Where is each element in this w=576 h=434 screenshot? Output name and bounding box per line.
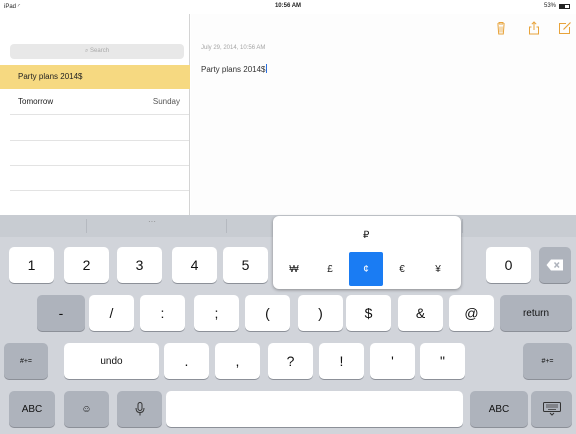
divider	[10, 140, 189, 141]
key-at[interactable]: @	[449, 295, 494, 331]
battery-text: 53%	[543, 3, 556, 9]
space-bar[interactable]	[166, 391, 463, 427]
emoji-key[interactable]: ☺	[64, 391, 109, 427]
note-text: Party plans 2014$	[201, 65, 266, 74]
share-icon[interactable]	[527, 21, 541, 35]
key-colon[interactable]: :	[140, 295, 185, 331]
key-4[interactable]: 4	[172, 247, 217, 283]
key-comma[interactable]: ,	[215, 343, 260, 379]
currency-popup: ₽ ₩ £ ¢ € ¥	[273, 216, 461, 289]
currency-option-cent-selected[interactable]: ¢	[349, 252, 383, 286]
key-apostrophe[interactable]: '	[370, 343, 415, 379]
note-body[interactable]: Party plans 2014$	[201, 64, 267, 74]
divider	[226, 219, 227, 233]
battery-icon	[559, 3, 570, 9]
more-symbols-key-left[interactable]: #+=	[4, 343, 48, 379]
key-close-paren[interactable]: )	[298, 295, 343, 331]
currency-option-yen[interactable]: ¥	[421, 252, 455, 286]
key-0[interactable]: 0	[486, 247, 531, 283]
search-icon: ⌕	[84, 48, 89, 54]
divider	[10, 165, 189, 166]
divider	[462, 219, 463, 233]
note-editor[interactable]: July 29, 2014, 10:56 AM Party plans 2014…	[191, 14, 576, 215]
delete-key[interactable]	[539, 247, 571, 283]
note-date: Sunday	[152, 97, 180, 106]
microphone-icon	[135, 402, 144, 416]
hide-keyboard-icon	[542, 402, 561, 416]
hide-keyboard-key[interactable]	[531, 391, 572, 427]
divider	[10, 190, 189, 191]
predictive-grabber[interactable]: ···	[148, 217, 156, 226]
key-dollar[interactable]: $	[346, 295, 391, 331]
divider	[86, 219, 87, 233]
status-bar: iPad ◜ 10:56 AM 53%	[0, 0, 576, 14]
status-right: 53%	[544, 3, 570, 9]
compose-icon[interactable]	[558, 21, 572, 35]
abc-key-right[interactable]: ABC	[470, 391, 528, 427]
undo-key[interactable]: undo	[64, 343, 159, 379]
key-1[interactable]: 1	[9, 247, 54, 283]
delete-icon	[546, 259, 563, 271]
key-5[interactable]: 5	[223, 247, 268, 283]
key-dash[interactable]: -	[37, 295, 85, 331]
more-symbols-key-right[interactable]: #+=	[523, 343, 572, 379]
text-caret	[265, 64, 267, 73]
key-slash[interactable]: /	[89, 295, 134, 331]
dictation-key[interactable]	[117, 391, 162, 427]
key-question[interactable]: ?	[268, 343, 313, 379]
return-key[interactable]: return	[500, 295, 572, 331]
key-quote[interactable]: "	[420, 343, 465, 379]
key-period[interactable]: .	[164, 343, 209, 379]
note-list-item-selected[interactable]: Party plans 2014$	[0, 65, 190, 89]
key-semicolon[interactable]: ;	[194, 295, 239, 331]
note-title: Party plans 2014$	[18, 72, 83, 81]
currency-option-won[interactable]: ₩	[277, 252, 311, 286]
note-title: Tomorrow	[18, 97, 54, 106]
currency-option-euro[interactable]: €	[385, 252, 419, 286]
emoji-icon: ☺	[81, 403, 92, 415]
note-list-item[interactable]: Tomorrow Sunday	[0, 90, 190, 114]
trash-icon[interactable]	[494, 21, 508, 35]
abc-key-left[interactable]: ABC	[9, 391, 55, 427]
divider	[10, 114, 189, 115]
search-placeholder: Search	[90, 48, 110, 54]
key-open-paren[interactable]: (	[245, 295, 290, 331]
key-3[interactable]: 3	[117, 247, 162, 283]
currency-option-ruble[interactable]: ₽	[363, 230, 369, 241]
key-exclamation[interactable]: !	[319, 343, 364, 379]
status-time: 10:56 AM	[274, 3, 302, 9]
currency-option-pound[interactable]: £	[313, 252, 347, 286]
notes-sidebar: ⌕ Search Party plans 2014$ Tomorrow Sund…	[0, 14, 190, 215]
note-timestamp: July 29, 2014, 10:56 AM	[201, 45, 266, 51]
key-2[interactable]: 2	[64, 247, 109, 283]
key-ampersand[interactable]: &	[398, 295, 443, 331]
search-input[interactable]: ⌕ Search	[10, 44, 184, 59]
